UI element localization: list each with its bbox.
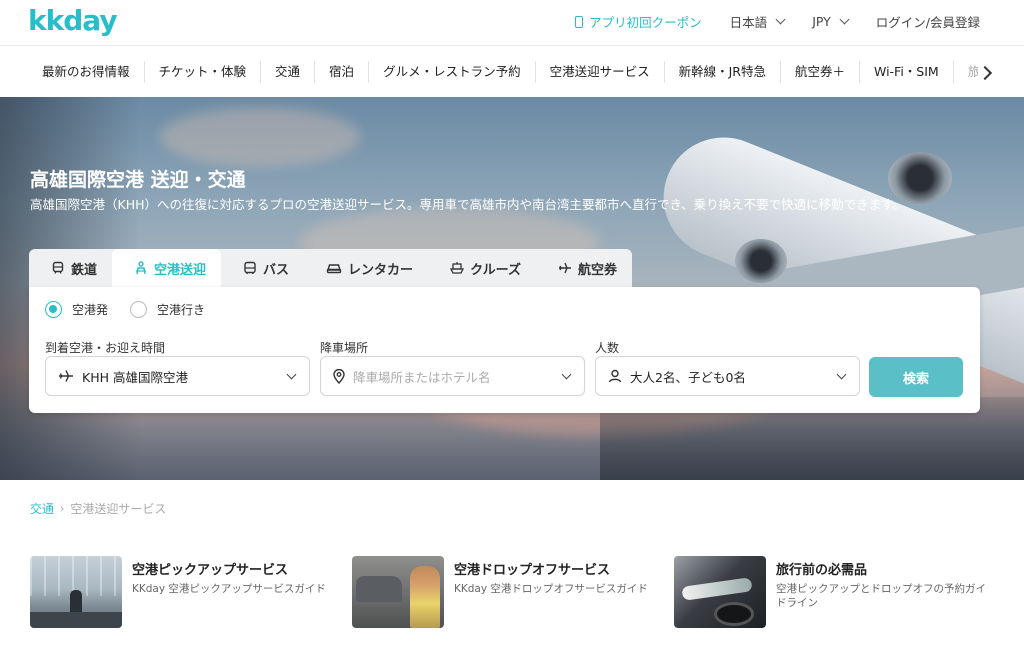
traveler-photo	[410, 566, 440, 628]
header-actions: アプリ初回クーポン 日本語 JPY ログイン/会員登録	[547, 12, 980, 31]
airport-select[interactable]: KHH 高雄国際空港	[45, 356, 310, 396]
airport-transfer-icon	[136, 261, 147, 275]
card-title: 空港ピックアップサービス	[132, 563, 289, 578]
plane-icon	[559, 262, 572, 274]
language-label: 日本語	[729, 15, 768, 30]
radio-from-airport-label[interactable]: 空港発	[72, 301, 108, 318]
train-icon	[52, 261, 64, 274]
currency-selector[interactable]: JPY	[812, 14, 850, 29]
tab-rental-car[interactable]: レンタカー	[304, 249, 428, 287]
tab-bus-label: バス	[263, 262, 290, 278]
bus-icon	[244, 261, 256, 274]
chevron-right-icon[interactable]	[978, 64, 994, 80]
page-title: 高雄国際空港 送迎・交通	[30, 169, 246, 191]
page-description: 高雄国際空港（KHH）への往復に対応するプロの空港送迎サービス。専用車で高雄市内…	[30, 197, 905, 212]
guide-card-pickup[interactable]: 空港ピックアップサービス KKday 空港ピックアップサービスガイド	[30, 556, 326, 628]
nav-item-shinkansen[interactable]: 新幹線・JR特急	[665, 61, 781, 83]
direction-radio-group: 空港発 空港行き	[45, 301, 227, 318]
card-title: 旅行前の必需品	[776, 563, 868, 578]
traveler-silhouette	[70, 590, 82, 614]
headlight-graphic	[681, 577, 753, 601]
nav-item-deals[interactable]: 最新のお得情報	[28, 61, 145, 83]
card-title: 空港ドロップオフサービス	[454, 563, 611, 578]
airport-field-label: 到着空港・お迎え時間	[45, 341, 166, 355]
car-silhouette	[356, 576, 402, 602]
nav-item-wifi-sim[interactable]: Wi-Fi・SIM	[860, 61, 954, 83]
language-selector[interactable]: 日本語	[729, 12, 786, 31]
chevron-down-icon	[561, 369, 572, 380]
guide-card-dropoff[interactable]: 空港ドロップオフサービス KKday 空港ドロップオフサービスガイド	[352, 556, 648, 628]
dropoff-field-label: 降車場所	[320, 341, 369, 355]
card-thumbnail	[30, 556, 122, 628]
airport-select-value: KHH 高雄国際空港	[82, 369, 188, 385]
chevron-down-icon	[286, 369, 297, 380]
plane-icon	[59, 370, 73, 382]
app-coupon-link[interactable]: アプリ初回クーポン	[575, 12, 702, 31]
nav-item-flights[interactable]: 航空券＋	[781, 61, 860, 83]
tab-airport-transfer-label: 空港送迎	[154, 262, 207, 278]
nav-item-transport[interactable]: 交通	[261, 61, 316, 83]
chevron-down-icon	[839, 14, 850, 25]
card-thumbnail	[674, 556, 766, 628]
pax-selector[interactable]: 大人2名、子ども0名	[595, 356, 860, 396]
tab-rental-car-label: レンタカー	[348, 262, 414, 278]
nav-item-travel[interactable]: 旅	[954, 61, 981, 83]
app-coupon-label: アプリ初回クーポン	[589, 15, 702, 30]
car-icon	[326, 264, 342, 274]
pax-field-label: 人数	[595, 341, 620, 355]
card-subtitle: KKday 空港ドロップオフサービスガイド	[454, 583, 648, 595]
floor-shadow	[30, 612, 122, 628]
engine-graphic	[735, 239, 787, 283]
card-subtitle: 空港ピックアップとドロップオフの予約ガイドライン	[776, 583, 986, 609]
radio-to-airport[interactable]	[130, 301, 148, 318]
phone-icon	[575, 15, 584, 28]
tab-flights-label: 航空券	[578, 262, 618, 278]
search-panel: 空港発 空港行き 到着空港・お迎え時間 KHH 高雄国際空港 降車場所 降車場所…	[29, 287, 980, 413]
cruise-icon	[450, 262, 465, 274]
tab-train-label: 鉄道	[71, 262, 98, 278]
card-thumbnail	[352, 556, 444, 628]
chevron-down-icon	[775, 14, 786, 25]
nav-item-hotels[interactable]: 宿泊	[315, 61, 370, 83]
nav-item-tickets[interactable]: チケット・体験	[145, 61, 262, 83]
nav-item-airport-transfer[interactable]: 空港送迎サービス	[536, 61, 665, 83]
tab-cruise-label: クルーズ	[470, 262, 522, 278]
tab-train[interactable]: 鉄道	[29, 249, 112, 287]
guide-card-essentials[interactable]: 旅行前の必需品 空港ピックアップとドロップオフの予約ガイドライン	[674, 556, 986, 628]
currency-label: JPY	[812, 14, 831, 29]
kkday-logo[interactable]: kkday	[28, 4, 118, 37]
site-header: kkday アプリ初回クーポン 日本語 JPY ログイン/会員登録	[0, 0, 1024, 46]
breadcrumb-current: 空港送迎サービス	[70, 502, 167, 516]
chevron-down-icon	[836, 369, 847, 380]
breadcrumb: 交通 › 空港送迎サービス	[30, 500, 166, 517]
dropoff-placeholder: 降車場所またはホテル名	[353, 369, 491, 385]
tab-bus[interactable]: バス	[221, 249, 304, 287]
search-button[interactable]: 検索	[869, 357, 963, 397]
pax-value: 大人2名、子ども0名	[630, 369, 746, 385]
tab-cruise[interactable]: クルーズ	[428, 249, 536, 287]
breadcrumb-link-transport[interactable]: 交通	[30, 500, 54, 517]
chevron-right-icon: ›	[60, 502, 65, 515]
card-subtitle: KKday 空港ピックアップサービスガイド	[132, 583, 326, 595]
tab-flights[interactable]: 航空券	[536, 249, 632, 287]
login-link[interactable]: ログイン/会員登録	[876, 12, 980, 31]
transport-tabs: 鉄道 空港送迎 バス レンタカー クルーズ 航空券	[29, 249, 633, 287]
nav-item-gourmet[interactable]: グルメ・レストラン予約	[369, 61, 536, 83]
dropoff-input[interactable]: 降車場所またはホテル名	[320, 356, 585, 396]
hero-cloud	[160, 107, 360, 167]
location-pin-icon	[333, 368, 345, 384]
category-nav: 最新のお得情報 チケット・体験 交通 宿泊 グルメ・レストラン予約 空港送迎サー…	[0, 47, 1024, 97]
wheel-graphic	[714, 602, 754, 626]
radio-to-airport-label[interactable]: 空港行き	[157, 301, 205, 318]
tab-airport-transfer[interactable]: 空港送迎	[112, 249, 222, 287]
radio-from-airport[interactable]	[45, 301, 62, 318]
person-icon	[608, 369, 622, 383]
